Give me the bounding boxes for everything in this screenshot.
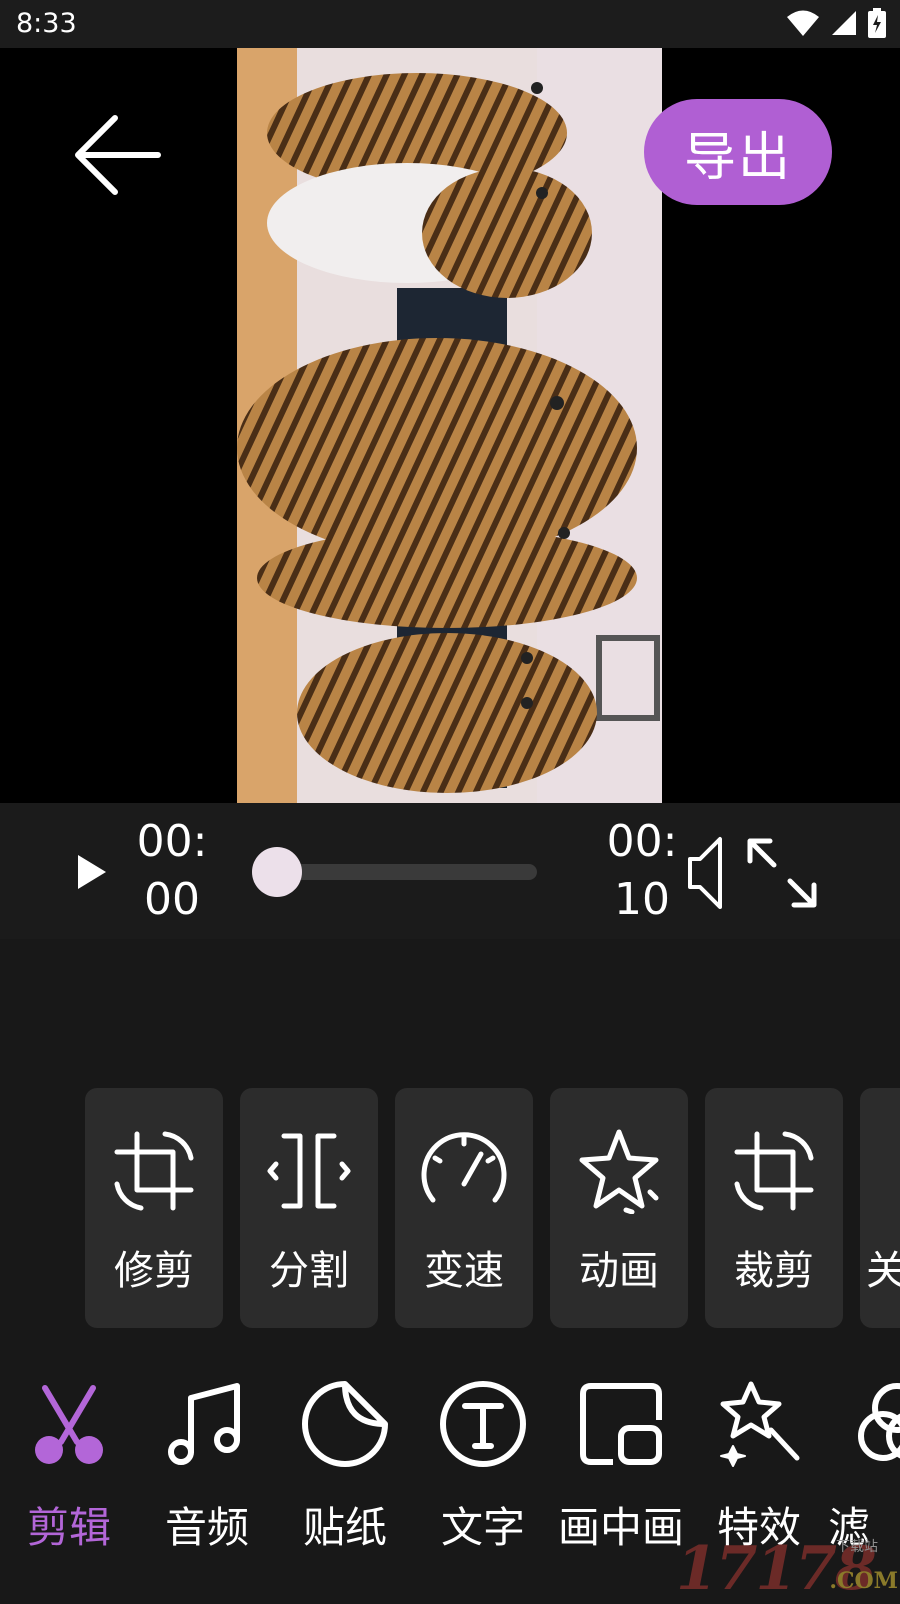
seek-bar[interactable] [262,864,537,880]
crop-icon [734,1131,814,1211]
current-time-text: 00: 00 [136,816,208,925]
nav-item-pip[interactable]: 画中画 [552,1372,690,1572]
arrow-left-icon [75,115,161,195]
status-time: 8:33 [16,8,77,39]
play-icon [78,855,106,889]
animation-icon [579,1129,659,1214]
tool-label: 裁剪 [734,1248,814,1294]
nav-label: 贴纸 [302,1503,387,1552]
tool-split[interactable]: 分割 [240,1088,378,1328]
video-frame[interactable] [237,48,662,803]
picture-in-picture-icon [580,1383,662,1465]
total-time: 00: 10 [602,813,682,929]
sticker-icon [302,1381,388,1467]
watermark-domain: .COM [829,1568,898,1594]
tool-label: 变速 [424,1248,504,1294]
speed-icon [421,1132,507,1203]
status-bar: 8:33 [0,0,900,48]
tool-crop[interactable]: 裁剪 [705,1088,843,1328]
export-button[interactable]: 导出 [644,99,832,205]
tool-animation[interactable]: 动画 [550,1088,688,1328]
tool-trim[interactable]: 修剪 [85,1088,223,1328]
nav-item-text[interactable]: 文字 [414,1372,552,1572]
filter-icon [858,1383,900,1461]
volume-button[interactable] [686,833,726,913]
nav-item-sticker[interactable]: 贴纸 [276,1372,414,1572]
text-icon [440,1381,526,1467]
wifi-icon [787,10,819,36]
watermark-small-text: 下载站 [836,1539,878,1555]
effects-icon [720,1381,800,1467]
speaker-icon [688,837,722,909]
trim-icon [114,1131,194,1211]
partial-icon [886,1128,900,1214]
watermark-logo: 17178 .COM 下载站 [676,1538,900,1600]
edit-tools-row: 修剪 分割 变速 动画 裁剪 关 [0,1088,900,1328]
nav-item-edit[interactable]: 剪辑 [0,1372,138,1572]
playback-controls: 00: 00 00: 10 [0,803,900,939]
tool-label: 分割 [269,1248,349,1294]
nav-label: 文字 [440,1503,525,1552]
music-note-icon [168,1383,240,1465]
seek-thumb[interactable] [252,847,302,897]
tool-partial[interactable]: 关 [860,1088,900,1328]
video-preview: 导出 [0,48,900,803]
cellular-signal-icon [832,11,856,35]
total-time-text: 00: 10 [606,816,678,925]
tool-speed[interactable]: 变速 [395,1088,533,1328]
tool-label: 动画 [579,1248,659,1294]
play-button[interactable] [72,851,112,893]
nav-label: 音频 [164,1503,249,1552]
nav-label: 剪辑 [26,1503,111,1552]
kittens-video-thumbnail [237,48,662,803]
status-icons [786,8,886,38]
fullscreen-button[interactable] [744,835,820,911]
tool-label: 修剪 [114,1248,194,1294]
current-time: 00: 00 [132,813,212,929]
split-icon [267,1133,351,1209]
back-button[interactable] [70,110,165,200]
tool-label: 关 [866,1248,900,1294]
battery-charging-icon [868,8,886,38]
expand-icon [747,838,817,908]
nav-item-audio[interactable]: 音频 [138,1372,276,1572]
scissors-icon [35,1385,103,1464]
